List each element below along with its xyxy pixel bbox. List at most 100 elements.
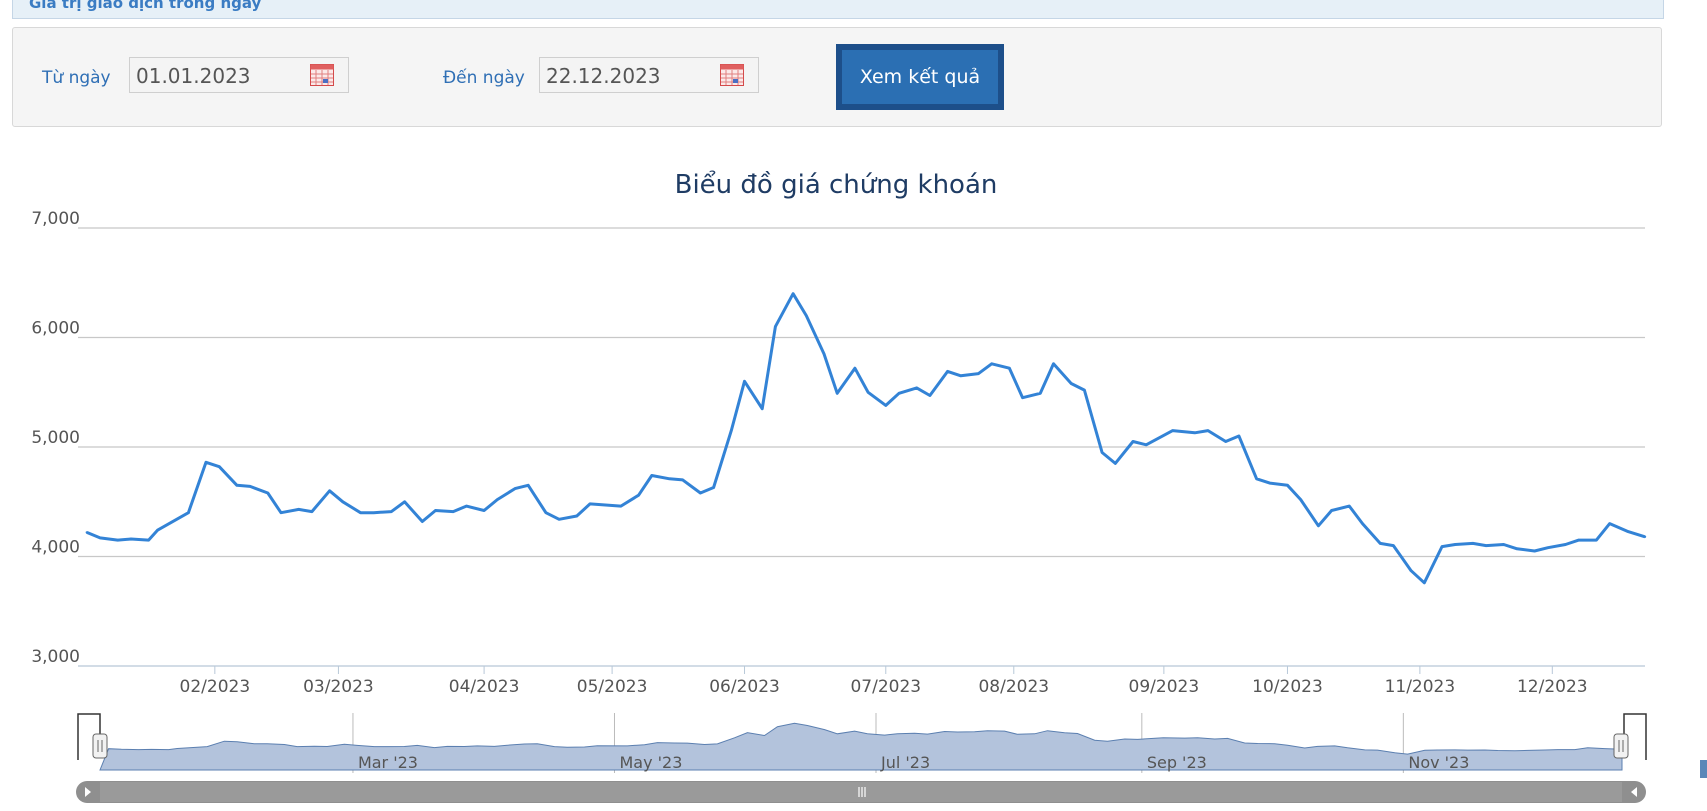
navigator[interactable]: Mar '23 May '23 Jul '23 Sep '23 Nov '23 bbox=[77, 713, 1647, 773]
data-point bbox=[1423, 581, 1426, 584]
data-point bbox=[822, 352, 826, 356]
data-point bbox=[730, 429, 733, 432]
data-point bbox=[761, 407, 764, 410]
data-point bbox=[235, 484, 239, 487]
data-point bbox=[434, 509, 437, 512]
data-point bbox=[1070, 382, 1073, 385]
data-point bbox=[85, 531, 89, 534]
navigator-month-label: Sep '23 bbox=[1147, 753, 1207, 772]
data-point bbox=[328, 489, 331, 492]
data-point bbox=[884, 404, 887, 407]
data-point bbox=[403, 500, 406, 503]
data-point bbox=[359, 511, 362, 514]
data-point bbox=[557, 518, 561, 521]
data-point bbox=[699, 491, 702, 495]
data-point bbox=[372, 511, 375, 514]
data-point bbox=[619, 504, 623, 508]
calendar-icon[interactable] bbox=[310, 64, 334, 86]
x-tick-label: 06/2023 bbox=[709, 677, 780, 697]
x-tick-label: 11/2023 bbox=[1385, 677, 1456, 697]
data-point bbox=[1286, 484, 1289, 487]
data-point bbox=[1577, 538, 1581, 542]
data-point bbox=[1114, 462, 1117, 465]
x-tick-label: 12/2023 bbox=[1517, 677, 1588, 697]
data-point bbox=[1440, 545, 1444, 548]
data-point bbox=[218, 465, 221, 468]
data-point bbox=[668, 477, 671, 480]
data-point bbox=[1515, 547, 1519, 550]
x-tick-label: 07/2023 bbox=[850, 677, 921, 697]
data-point bbox=[743, 380, 746, 383]
data-point bbox=[248, 485, 252, 488]
from-date-field[interactable]: 01.01.2023 bbox=[129, 57, 349, 93]
page-edge-marker bbox=[1700, 760, 1707, 778]
view-results-label: Xem kết quả bbox=[842, 50, 998, 104]
to-date-field[interactable]: 22.12.2023 bbox=[539, 57, 759, 93]
data-point bbox=[805, 314, 808, 317]
section-title: Giá trị giao dịch trong ngày bbox=[29, 0, 262, 12]
data-point bbox=[1471, 542, 1475, 545]
data-point bbox=[1502, 543, 1505, 546]
navigator-left-handle[interactable] bbox=[92, 733, 108, 759]
section-header-strip: Giá trị giao dịch trong ngày bbox=[12, 0, 1664, 19]
data-point bbox=[1595, 538, 1598, 542]
y-tick-label: 6,000 bbox=[31, 319, 80, 339]
data-point bbox=[482, 509, 486, 512]
navigator-scrollbar[interactable] bbox=[76, 781, 1646, 803]
x-tick-label: 05/2023 bbox=[577, 677, 648, 697]
navigator-month-label: Nov '23 bbox=[1408, 753, 1469, 772]
x-tick-label: 03/2023 bbox=[303, 677, 374, 697]
data-point bbox=[116, 538, 119, 542]
data-point bbox=[774, 325, 777, 328]
x-axis: 02/2023 03/2023 04/2023 05/2023 06/2023 07/20… bbox=[180, 666, 1588, 697]
data-point bbox=[187, 511, 190, 514]
view-results-button[interactable]: Xem kết quả bbox=[836, 44, 1004, 110]
data-point bbox=[1237, 434, 1241, 438]
data-point bbox=[915, 386, 918, 390]
navigator-month-label: Mar '23 bbox=[358, 753, 418, 772]
y-axis: 3,000 4,000 5,000 6,000 7,000 bbox=[31, 209, 80, 667]
to-date-value: 22.12.2023 bbox=[546, 64, 661, 88]
data-point bbox=[588, 502, 592, 506]
data-point bbox=[527, 484, 530, 487]
data-point bbox=[1564, 543, 1567, 546]
data-point bbox=[465, 504, 468, 508]
data-point bbox=[1083, 388, 1086, 392]
data-point bbox=[1206, 429, 1210, 432]
data-point bbox=[156, 529, 159, 532]
data-point bbox=[1643, 535, 1647, 538]
data-point bbox=[1484, 544, 1488, 547]
y-tick-label: 7,000 bbox=[31, 209, 80, 229]
data-point bbox=[977, 372, 980, 375]
data-point bbox=[341, 500, 344, 503]
chart-title: Biểu đồ giá chứng khoán bbox=[675, 169, 998, 200]
data-point bbox=[1145, 443, 1148, 446]
data-point bbox=[1171, 429, 1174, 432]
data-point bbox=[1348, 504, 1351, 508]
data-point bbox=[513, 487, 517, 490]
x-tick-label: 10/2023 bbox=[1252, 677, 1323, 697]
data-point bbox=[279, 511, 283, 514]
price-data-points bbox=[85, 292, 1647, 584]
data-point bbox=[1268, 481, 1272, 485]
data-point bbox=[1546, 546, 1550, 549]
data-point bbox=[650, 474, 653, 477]
data-point bbox=[1626, 530, 1629, 533]
y-tick-label: 5,000 bbox=[31, 428, 80, 448]
scrollbar-thumb[interactable] bbox=[100, 782, 1622, 802]
data-point bbox=[946, 370, 949, 373]
data-point bbox=[1131, 440, 1135, 443]
navigator-month-label: May '23 bbox=[619, 753, 682, 772]
to-date-label: Đến ngày bbox=[443, 68, 525, 88]
data-point bbox=[1361, 522, 1364, 525]
calendar-icon[interactable] bbox=[720, 64, 744, 86]
navigator-right-handle[interactable] bbox=[1613, 733, 1629, 759]
data-point bbox=[544, 511, 548, 514]
data-point bbox=[853, 367, 857, 370]
data-point bbox=[866, 391, 870, 394]
data-point bbox=[1533, 549, 1536, 553]
data-point bbox=[836, 392, 839, 395]
y-tick-label: 3,000 bbox=[31, 647, 80, 667]
data-point bbox=[421, 520, 424, 523]
data-point bbox=[1454, 543, 1457, 546]
